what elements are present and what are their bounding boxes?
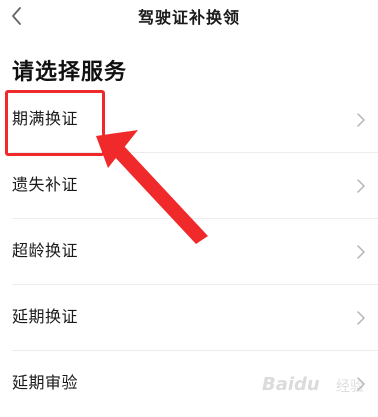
service-item-expiry-renewal[interactable]: 期满换证: [0, 87, 378, 153]
service-label: 期满换证: [12, 109, 79, 128]
service-list: 期满换证 遗失补证 超龄换证 延期换证 延期审验: [0, 87, 378, 417]
service-item-overage-renewal[interactable]: 超龄换证: [0, 219, 378, 285]
service-label: 遗失补证: [12, 175, 79, 194]
chevron-right-icon: [357, 113, 365, 127]
service-label: 延期换证: [12, 307, 79, 326]
service-item-deferred-renewal[interactable]: 延期换证: [0, 285, 378, 351]
service-label: 延期审验: [12, 373, 79, 392]
chevron-right-icon: [357, 311, 365, 325]
service-item-lost-replacement[interactable]: 遗失补证: [0, 153, 378, 219]
chevron-right-icon: [357, 179, 365, 193]
chevron-right-icon: [357, 245, 365, 259]
section-title: 请选择服务: [12, 60, 128, 85]
chevron-right-icon: [357, 377, 365, 391]
service-label: 超龄换证: [12, 241, 79, 260]
page-title: 驾驶证补换领: [137, 8, 240, 27]
nav-header: 驾驶证补换领: [0, 0, 378, 36]
service-item-deferred-review[interactable]: 延期审验: [0, 351, 378, 417]
